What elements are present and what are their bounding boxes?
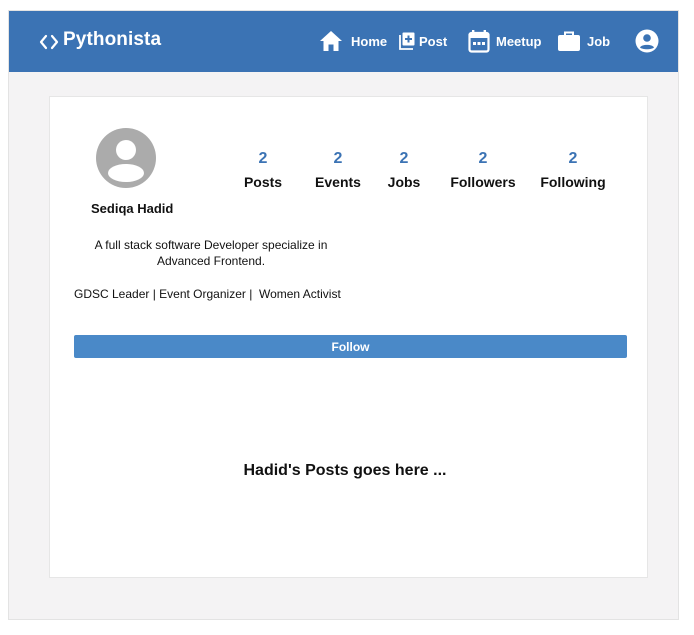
brand-link[interactable]: Pythonista — [38, 28, 161, 51]
profile-card: Sediqa Hadid 2 Posts 2 Events 2 Jobs 2 F… — [49, 96, 648, 578]
home-icon — [320, 31, 342, 51]
nav-home[interactable]: Home — [319, 28, 387, 54]
posts-placeholder: Hadid's Posts goes here ... — [243, 462, 447, 479]
bio-line-1: A full stack software Developer speciali… — [94, 238, 328, 252]
stat-events-value: 2 — [333, 150, 343, 167]
stat-posts-value: 2 — [258, 150, 268, 167]
stat-posts-label: Posts — [243, 174, 283, 190]
top-navbar: Pythonista Home Post Meetup Job — [9, 11, 678, 72]
stat-jobs-label: Jobs — [387, 174, 421, 190]
app-window: Pythonista Home Post Meetup Job Sediqa H… — [8, 10, 679, 620]
profile-tags: GDSC Leader | Event Organizer | Women Ac… — [74, 287, 341, 301]
user-avatar-icon — [96, 128, 156, 188]
code-brackets-icon — [39, 34, 59, 50]
stat-following-label: Following — [540, 174, 606, 190]
stat-followers-value: 2 — [478, 150, 488, 167]
stat-jobs[interactable]: 2 Jobs — [386, 150, 422, 191]
stat-events-label: Events — [315, 174, 361, 190]
bio-line-2: Advanced Frontend. — [156, 254, 266, 268]
profile-bio: A full stack software Developer speciali… — [88, 237, 334, 269]
nav-post-label: Post — [419, 33, 448, 49]
stat-followers[interactable]: 2 Followers — [449, 150, 517, 191]
follow-button[interactable]: Follow — [74, 335, 627, 358]
account-circle-icon[interactable] — [635, 29, 659, 53]
nav-home-label: Home — [351, 33, 388, 49]
calendar-icon — [468, 30, 490, 53]
nav-job-label: Job — [587, 33, 611, 49]
stat-events[interactable]: 2 Events — [313, 150, 363, 191]
briefcase-icon — [558, 31, 580, 51]
add-post-icon — [399, 32, 415, 50]
nav-meetup-label: Meetup — [496, 33, 542, 49]
stat-followers-label: Followers — [450, 174, 516, 190]
profile-name: Sediqa Hadid — [91, 201, 174, 216]
stat-following[interactable]: 2 Following — [538, 150, 608, 191]
brand-name: Pythonista — [63, 28, 162, 50]
nav-meetup[interactable]: Meetup — [468, 28, 542, 54]
stat-following-value: 2 — [568, 150, 578, 167]
nav-job[interactable]: Job — [557, 28, 610, 54]
stat-jobs-value: 2 — [399, 150, 409, 167]
nav-post[interactable]: Post — [398, 28, 447, 54]
stat-posts[interactable]: 2 Posts — [243, 150, 283, 191]
